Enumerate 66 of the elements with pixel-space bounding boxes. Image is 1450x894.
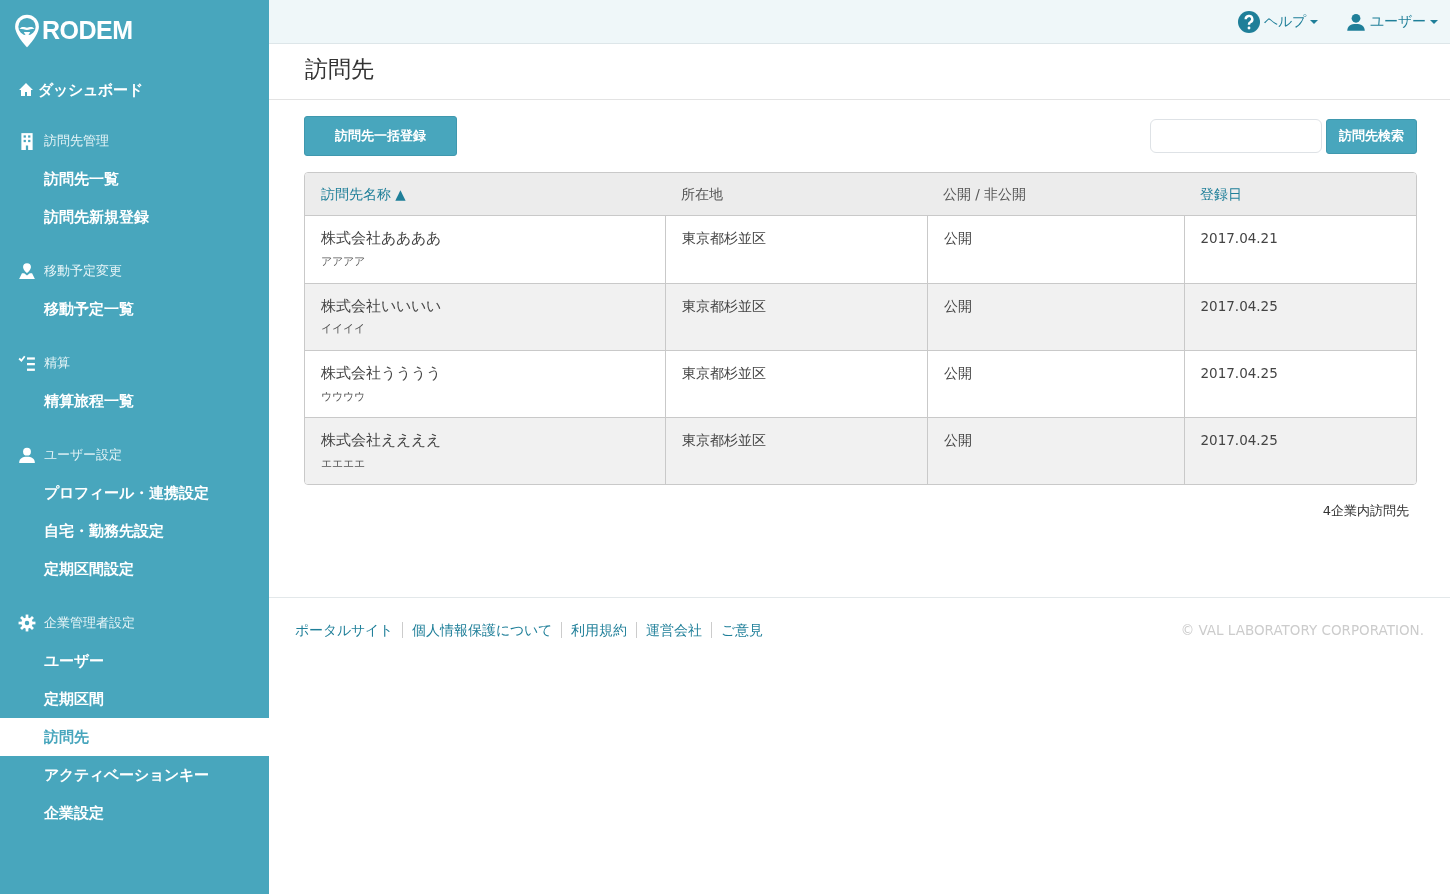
- visibility-cell: 公開: [943, 364, 972, 381]
- column-header[interactable]: 登録日: [1200, 186, 1242, 202]
- footer-link[interactable]: 運営会社: [636, 621, 702, 638]
- address-cell: 東京都杉並区: [681, 432, 766, 448]
- sidebar-item[interactable]: 訪問先新規登録: [0, 198, 269, 236]
- sidebar-item[interactable]: プロフィール・連携設定: [0, 474, 269, 512]
- column-header: 公開 / 非公開: [943, 186, 1027, 202]
- column-header: 所在地: [681, 186, 723, 202]
- user-menu[interactable]: ユーザー: [1346, 11, 1438, 32]
- sidebar-item[interactable]: 訪問先一覧: [0, 160, 269, 198]
- map-pin-icon: [18, 262, 36, 280]
- help-icon: [1238, 10, 1260, 33]
- date-cell: 2017.04.21: [1200, 230, 1278, 247]
- visibility-cell: 公開: [943, 432, 972, 448]
- result-count: 4企業内訪問先: [1322, 503, 1409, 519]
- help-menu[interactable]: ヘルプ: [1238, 10, 1318, 33]
- sidebar-item[interactable]: 企業設定: [0, 794, 269, 832]
- section-heading: 精算: [44, 354, 70, 373]
- date-cell: 2017.04.25: [1200, 364, 1278, 381]
- sidebar-item[interactable]: 移動予定一覧: [0, 290, 269, 328]
- date-cell: 2017.04.25: [1200, 432, 1278, 448]
- bulk-register-button[interactable]: 訪問先一括登録: [304, 116, 457, 156]
- sidebar-item[interactable]: 精算旅程一覧: [0, 382, 269, 420]
- section-heading: 企業管理者設定: [44, 614, 135, 633]
- footer-link[interactable]: 個人情報保護について: [402, 621, 552, 638]
- gear-icon: [18, 614, 36, 632]
- caret-icon: [1310, 19, 1318, 24]
- logo-text: RODEM: [42, 15, 133, 47]
- company-kana: アアアア: [321, 254, 366, 270]
- page-title: 訪問先: [269, 44, 1450, 100]
- company-name: 株式会社うううう: [321, 364, 441, 381]
- sidebar-item[interactable]: アクティベーションキー: [0, 756, 269, 794]
- sidebar-item[interactable]: 自宅・勤務先設定: [0, 512, 269, 550]
- search-button[interactable]: 訪問先検索: [1326, 118, 1417, 154]
- sidebar-item[interactable]: 訪問先: [0, 718, 269, 756]
- company-kana: ウウウウ: [321, 388, 366, 405]
- search-field[interactable]: [1150, 119, 1322, 153]
- company-kana: イイイイ: [321, 321, 366, 338]
- footer-link[interactable]: 利用規約: [561, 621, 627, 638]
- company-name: 株式会社いいいい: [321, 297, 441, 314]
- section-heading: ユーザー設定: [44, 446, 122, 465]
- company-kana: エエエエ: [321, 455, 366, 472]
- address-cell: 東京都杉並区: [681, 364, 766, 381]
- sidebar-item[interactable]: 定期区間設定: [0, 550, 269, 588]
- address-cell: 東京都杉並区: [681, 230, 766, 247]
- address-cell: 東京都杉並区: [681, 297, 766, 314]
- date-cell: 2017.04.25: [1200, 297, 1278, 314]
- sidebar-item[interactable]: ユーザー: [0, 642, 269, 680]
- logo-pin-icon: [14, 13, 40, 49]
- dashboard-link[interactable]: ダッシュボード: [0, 74, 269, 106]
- person-icon: [1346, 11, 1366, 32]
- section-heading: 移動予定変更: [44, 262, 122, 281]
- visibility-cell: 公開: [943, 230, 972, 247]
- visibility-cell: 公開: [943, 297, 972, 314]
- column-header[interactable]: 訪問先名称 ▲: [321, 186, 406, 202]
- footer-link[interactable]: ご意見: [711, 621, 763, 638]
- home-icon: [18, 82, 34, 98]
- caret-icon: [1430, 19, 1438, 24]
- company-name: 株式会社ええええ: [321, 432, 441, 448]
- person-icon: [18, 446, 36, 464]
- footer-link[interactable]: ポータルサイト: [295, 621, 393, 638]
- checklist-icon: [18, 354, 36, 372]
- section-heading: 訪問先管理: [44, 132, 109, 151]
- building-icon: [18, 132, 36, 150]
- sidebar-item[interactable]: 定期区間: [0, 680, 269, 718]
- company-name: 株式会社ああああ: [321, 230, 441, 247]
